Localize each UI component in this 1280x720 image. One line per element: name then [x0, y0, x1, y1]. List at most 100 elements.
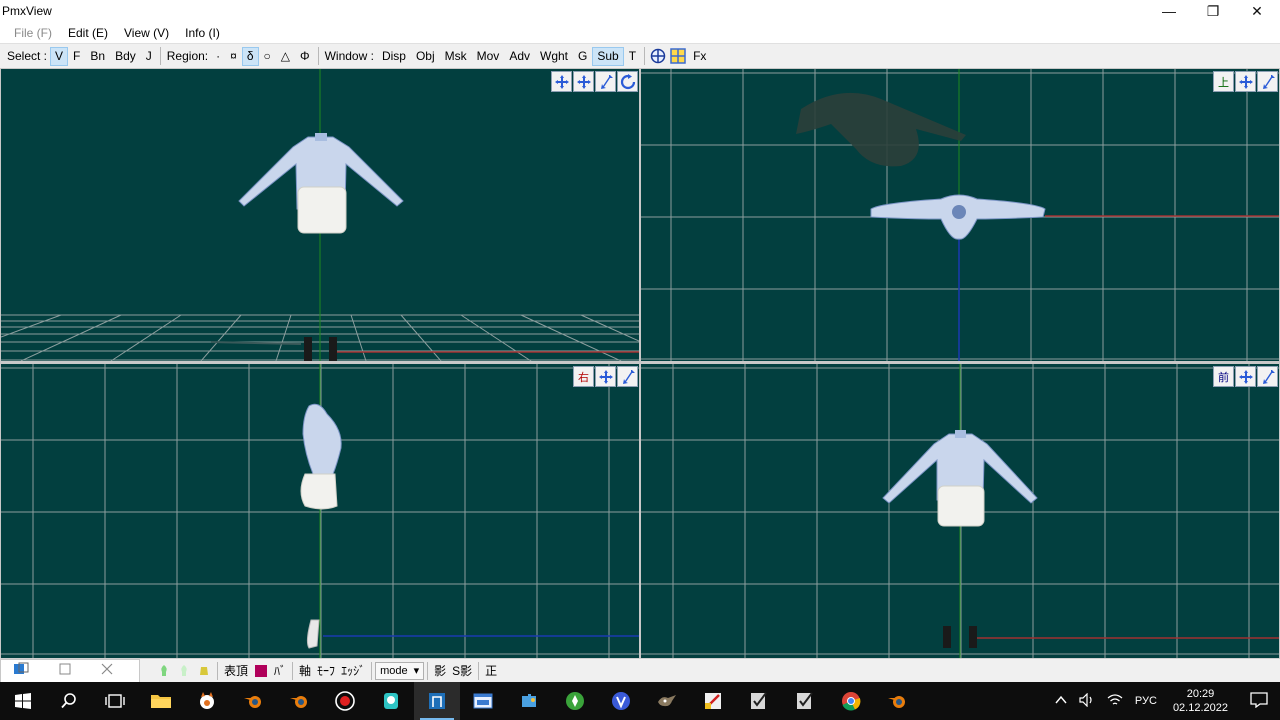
menu-info[interactable]: Info (I)	[177, 26, 228, 40]
toolbar-separator	[159, 47, 161, 65]
window-sub-button[interactable]: Sub	[592, 46, 624, 66]
zoom-arrow-icon[interactable]	[595, 71, 616, 92]
search-icon[interactable]	[46, 682, 92, 720]
chevron-up-icon[interactable]	[1049, 695, 1073, 708]
brush-toggle[interactable]: ﾊﾞ	[271, 661, 289, 681]
checklist-app-icon[interactable]	[782, 682, 828, 720]
mode-value: mode	[380, 664, 408, 677]
color-swatch-icon[interactable]	[251, 661, 271, 681]
shadow-toggle[interactable]: 影	[431, 661, 449, 681]
clock[interactable]: 20:29 02.12.2022	[1163, 687, 1238, 715]
wifi-icon[interactable]	[1101, 693, 1129, 710]
target-icon[interactable]	[648, 47, 668, 66]
viewport-top[interactable]: 上	[641, 69, 1279, 361]
window-g-button[interactable]: G	[573, 47, 592, 66]
light-green-icon[interactable]	[154, 661, 174, 681]
zoom-arrow-icon[interactable]	[1257, 71, 1278, 92]
task-view-icon[interactable]	[92, 682, 138, 720]
select-vertex-button[interactable]: V	[50, 46, 69, 66]
light-pale-icon[interactable]	[174, 661, 194, 681]
windows-taskbar: РУС 20:29 02.12.2022	[0, 682, 1280, 720]
gimp-icon[interactable]	[644, 682, 690, 720]
paint-app-icon[interactable]	[690, 682, 736, 720]
close-button[interactable]: ✕	[1234, 0, 1280, 22]
ortho-toggle[interactable]: 正	[482, 661, 500, 681]
menu-view[interactable]: View (V)	[116, 26, 177, 40]
region-phi-button[interactable]: Φ	[295, 47, 315, 66]
pan-arrows-icon[interactable]	[1235, 366, 1256, 387]
viewport-right[interactable]: 右	[1, 364, 639, 658]
volume-icon[interactable]	[1073, 692, 1101, 710]
pan-arrows-icon[interactable]	[1235, 71, 1256, 92]
chrome-icon[interactable]	[828, 682, 874, 720]
menu-file[interactable]: File (F)	[6, 26, 60, 40]
minimized-window[interactable]	[0, 658, 140, 683]
zoom-arrow-icon[interactable]	[617, 366, 638, 387]
select-body-button[interactable]: Bdy	[110, 47, 141, 66]
fx-button[interactable]: Fx	[688, 47, 711, 66]
zoom-arrow-icon[interactable]	[1257, 366, 1278, 387]
main-toolbar: Select : V F Bn Bdy J Region: · ¤ δ ○ △ …	[0, 43, 1280, 68]
fox-app-icon[interactable]	[184, 682, 230, 720]
pan-arrows-icon[interactable]	[595, 366, 616, 387]
light-yellow-icon[interactable]	[194, 661, 214, 681]
restore-button[interactable]: ❐	[1190, 0, 1236, 22]
pmxview-app-icon[interactable]	[414, 682, 460, 720]
minimize-button[interactable]: —	[1146, 0, 1192, 22]
window-app-icon[interactable]	[460, 682, 506, 720]
menu-edit[interactable]: Edit (E)	[60, 26, 116, 40]
window-mov-button[interactable]: Mov	[472, 47, 505, 66]
perspective-controls	[551, 71, 638, 92]
bottom-separator	[217, 661, 218, 680]
notification-icon[interactable]	[1238, 691, 1280, 711]
select-face-button[interactable]: F	[68, 47, 85, 66]
grid-view-icon[interactable]	[668, 47, 688, 66]
select-bone-button[interactable]: Bn	[85, 47, 110, 66]
restore-mini-icon[interactable]	[13, 662, 29, 679]
axis-toggle[interactable]: 軸	[296, 661, 314, 681]
window-disp-button[interactable]: Disp	[377, 47, 411, 66]
window-obj-button[interactable]: Obj	[411, 47, 440, 66]
file-explorer-icon[interactable]	[138, 682, 184, 720]
move-arrows-icon[interactable]	[551, 71, 572, 92]
blender-icon[interactable]	[276, 682, 322, 720]
puzzle-app-icon[interactable]	[506, 682, 552, 720]
miku-app-icon[interactable]	[368, 682, 414, 720]
view-front-label[interactable]: 前	[1213, 366, 1234, 387]
view-top-label[interactable]: 上	[1213, 71, 1234, 92]
pan-arrows-icon[interactable]	[573, 71, 594, 92]
viewport-perspective[interactable]	[1, 69, 639, 361]
viewport-front[interactable]: 前	[641, 364, 1279, 658]
select-joint-button[interactable]: J	[141, 47, 157, 66]
close-mini-icon[interactable]	[101, 663, 113, 678]
rotate-icon[interactable]	[617, 71, 638, 92]
window-t-button[interactable]: T	[624, 47, 641, 66]
record-icon[interactable]	[322, 682, 368, 720]
region-circle-button[interactable]: ○	[259, 47, 276, 66]
viewport-area: 上 右 前	[0, 68, 1280, 658]
checklist-app-icon[interactable]	[736, 682, 782, 720]
language-indicator[interactable]: РУС	[1129, 695, 1163, 707]
region-rect-button[interactable]: ¤	[225, 47, 242, 66]
window-adv-button[interactable]: Adv	[504, 47, 535, 66]
self-shadow-toggle[interactable]: S影	[449, 661, 475, 681]
blender-icon[interactable]	[230, 682, 276, 720]
maximize-mini-icon[interactable]	[59, 663, 71, 678]
start-icon[interactable]	[0, 682, 46, 720]
mode-dropdown[interactable]: mode ▾	[375, 661, 425, 680]
region-lasso-button[interactable]: δ	[241, 46, 259, 66]
region-point-button[interactable]: ·	[211, 47, 225, 66]
edge-toggle[interactable]: ｴｯｼﾞ	[338, 661, 368, 681]
view-right-label[interactable]: 右	[573, 366, 594, 387]
menu-bar: File (F) Edit (E) View (V) Info (I)	[0, 22, 1280, 43]
pose-toggle[interactable]: 表頂	[221, 661, 251, 681]
window-msk-button[interactable]: Msk	[440, 47, 472, 66]
leaf-app-icon[interactable]	[552, 682, 598, 720]
system-tray: РУС 20:29 02.12.2022	[1049, 682, 1280, 720]
front-scene	[641, 364, 1279, 658]
window-wght-button[interactable]: Wght	[535, 47, 573, 66]
blender-icon[interactable]	[874, 682, 920, 720]
region-triangle-button[interactable]: △	[276, 47, 295, 66]
v-app-icon[interactable]	[598, 682, 644, 720]
morph-toggle[interactable]: ﾓｰﾌ	[314, 661, 338, 681]
